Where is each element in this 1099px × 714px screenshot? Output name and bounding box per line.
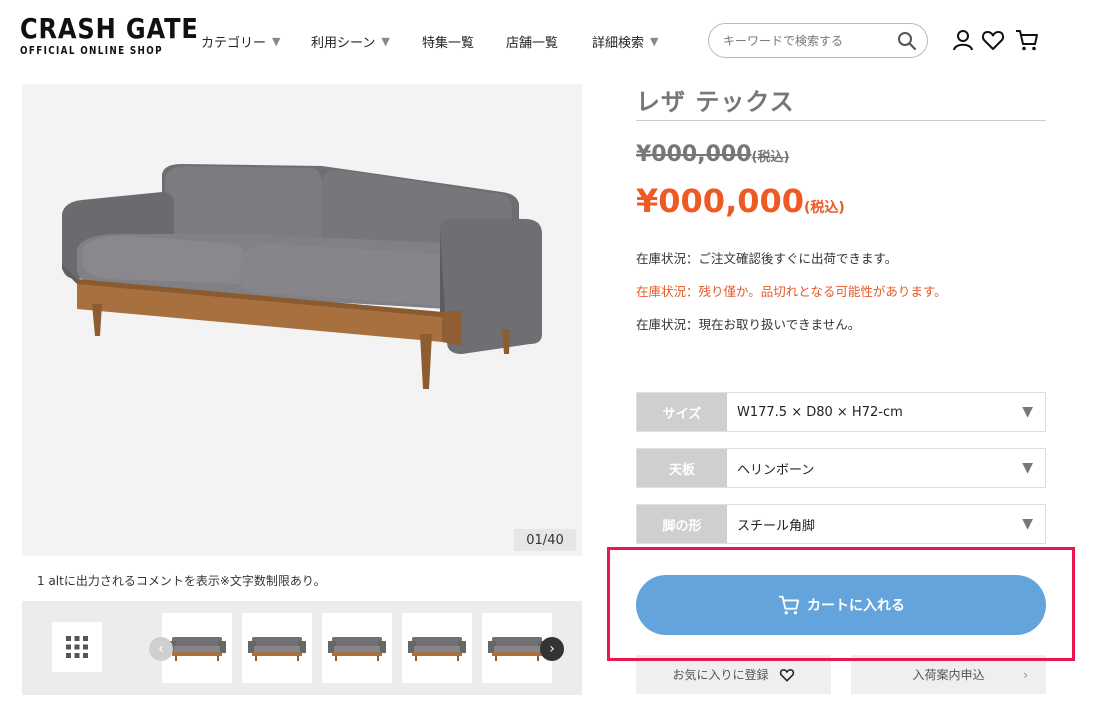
thumbnail-next-button[interactable]: › [540,637,564,661]
product-title: レザ テックス [636,88,795,116]
original-price-amount: ¥000,000 [636,142,752,167]
caret-down-icon: ▼ [1022,404,1033,420]
sale-price-tax: (税込) [804,200,845,216]
title-divider [636,120,1046,121]
image-counter: 01/40 [514,529,576,551]
option-label: 天板 [637,449,727,487]
caret-down-icon: ▼ [1022,516,1033,532]
main-product-image[interactable] [22,84,582,556]
option-value: W177.5 × D80 × H72-cm [737,404,903,420]
search-box [708,23,928,58]
favorites-label: お気に入りに登録 [672,668,769,682]
nav-label: 詳細検索 [592,36,645,51]
thumbnail-item[interactable] [402,613,472,683]
option-select-size[interactable]: サイズ W177.5 × D80 × H72-cm ▼ [636,392,1046,432]
nav-item-category[interactable]: カテゴリー ▼ [201,32,311,51]
option-select-legs[interactable]: 脚の形 スチール角脚 ▼ [636,504,1046,544]
grid-view-button[interactable] [52,622,102,672]
restock-label: 入荷案内申込 [912,668,985,682]
user-icon[interactable] [951,28,975,52]
sale-price: ¥000,000(税込) [636,182,845,220]
chevron-right-icon: › [1023,667,1028,682]
stock-status-available: 在庫状況：ご注文確認後すぐに出荷できます。 [636,251,898,266]
highlight-box [607,547,1075,661]
original-price-tax: (税込) [751,150,790,165]
sofa-thumbnail [488,637,546,661]
option-select-top[interactable]: 天板 ヘリンボーン ▼ [636,448,1046,488]
heart-icon [779,668,794,681]
thumbnail-prev-button[interactable]: ‹ [149,637,173,661]
nav-item-advanced-search[interactable]: 詳細検索 ▼ [592,32,658,51]
nav-item-stores[interactable]: 店舗一覧 [506,32,592,51]
logo-main-text: CRASH GATE [20,12,199,45]
caret-down-icon: ▼ [381,35,390,48]
sofa-thumbnail [328,637,386,661]
stock-status-unavailable: 在庫状況：現在お取り扱いできません。 [636,317,861,332]
nav-label: 特集一覧 [422,36,475,51]
sofa-thumbnail [168,637,226,661]
sofa-thumbnail [408,637,466,661]
nav-item-features[interactable]: 特集一覧 [422,32,506,51]
main-nav: カテゴリー ▼ 利用シーン ▼ 特集一覧 店舗一覧 詳細検索 ▼ [201,32,658,51]
caret-down-icon: ▼ [272,35,281,48]
site-logo[interactable]: CRASH GATE OFFICIAL ONLINE SHOP [20,12,199,58]
nav-label: カテゴリー [201,36,267,51]
heart-icon[interactable] [981,28,1005,52]
sofa-thumbnail [248,637,306,661]
chevron-right-icon: › [549,641,555,657]
thumbnail-item[interactable] [242,613,312,683]
chevron-left-icon: ‹ [158,641,164,657]
original-price: ¥000,000(税込) [636,142,789,167]
nav-label: 店舗一覧 [506,36,559,51]
search-input[interactable] [723,33,883,48]
nav-item-scene[interactable]: 利用シーン ▼ [311,32,422,51]
thumbnail-item[interactable] [322,613,392,683]
option-label: 脚の形 [637,505,727,543]
option-value: スチール角脚 [737,518,816,534]
search-icon[interactable] [897,31,917,51]
sale-price-amount: ¥000,000 [636,182,805,220]
logo-sub-text: OFFICIAL ONLINE SHOP [20,45,163,57]
cart-icon[interactable] [1015,28,1039,52]
stock-status-low: 在庫状況：残り僅か。品切れとなる可能性があります。 [636,284,947,299]
option-label: サイズ [637,393,727,431]
nav-label: 利用シーン [311,36,376,51]
caret-down-icon: ▼ [1022,460,1033,476]
grid-icon [66,636,88,658]
image-caption: 1 altに出力されるコメントを表示※文字数制限あり。 [37,574,326,588]
caret-down-icon: ▼ [650,35,659,48]
sofa-image [62,164,542,389]
option-value: ヘリンボーン [737,462,815,478]
